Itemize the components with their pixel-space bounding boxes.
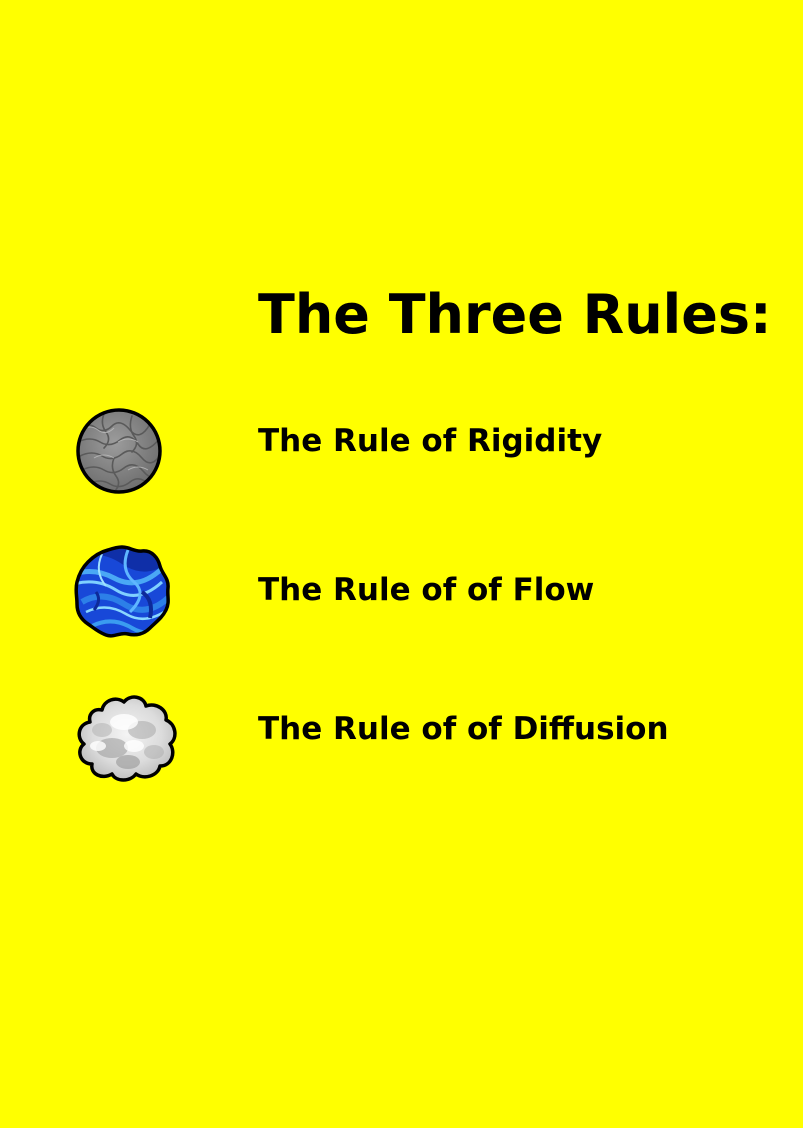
cloud-orb-icon	[77, 695, 177, 782]
page-title: The Three Rules:	[258, 283, 772, 346]
water-orb-icon	[74, 545, 170, 638]
rule-label-rigidity: The Rule of Rigidity	[258, 423, 603, 459]
page: The Three Rules: The Rule of Rigidity Th…	[0, 0, 803, 1128]
rule-label-diffusion: The Rule of of Diffusion	[258, 711, 669, 747]
stone-orb-icon	[76, 408, 162, 494]
rule-label-flow: The Rule of of Flow	[258, 572, 595, 608]
